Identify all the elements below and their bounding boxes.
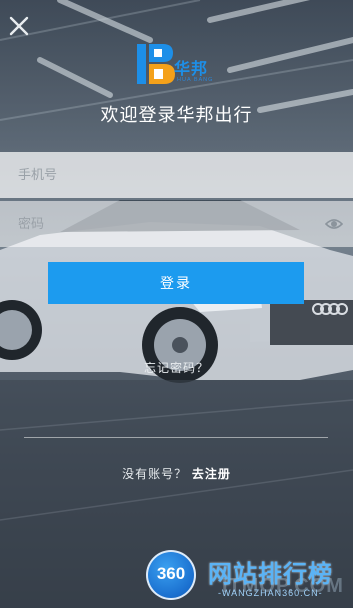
- watermark-title: 网站排行榜: [208, 560, 333, 588]
- register-link[interactable]: 去注册: [192, 467, 231, 481]
- login-button[interactable]: 登录: [48, 262, 304, 304]
- brand-subtitle: HUA BANG: [177, 77, 214, 83]
- password-field-container: [0, 201, 353, 247]
- password-input[interactable]: [18, 201, 308, 247]
- eye-icon[interactable]: [324, 215, 344, 233]
- watermark-badge: 360: [146, 550, 196, 600]
- brand-name: 华邦: [174, 59, 209, 78]
- phone-input[interactable]: [18, 152, 308, 198]
- watermark-subtitle: -WANGZHAN360.CN-: [218, 588, 323, 598]
- page-title: 欢迎登录华邦出行: [100, 105, 253, 126]
- register-row: 没有账号？ 去注册: [0, 465, 353, 482]
- background-photo: [0, 0, 353, 608]
- divider: [24, 437, 328, 438]
- close-icon[interactable]: [9, 16, 29, 36]
- phone-field-container: [0, 152, 353, 198]
- watermark-badge-text: 360: [156, 564, 186, 583]
- no-account-label: 没有账号？: [122, 467, 188, 481]
- forgot-password-link[interactable]: 忘记密码？: [0, 359, 353, 376]
